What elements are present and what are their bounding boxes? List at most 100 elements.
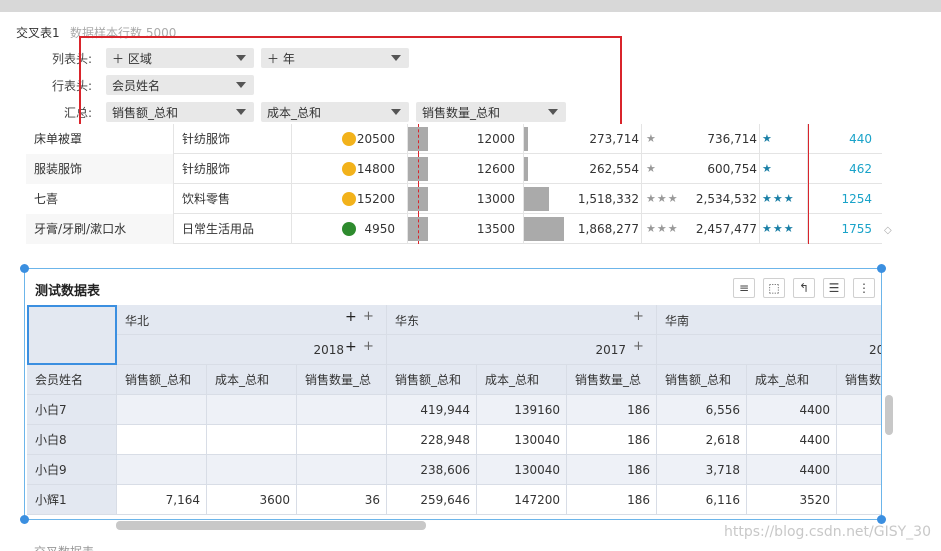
data-cell[interactable] xyxy=(297,395,387,425)
data-cell[interactable] xyxy=(207,455,297,485)
resize-handle[interactable] xyxy=(20,515,29,524)
measure-header[interactable]: 销售数量_总 xyxy=(297,365,387,395)
data-cell[interactable]: 186 xyxy=(567,455,657,485)
region-header[interactable]: 华南 xyxy=(657,305,881,335)
data-cell[interactable]: 4400 xyxy=(747,425,837,455)
undo-icon[interactable]: ↰ xyxy=(793,278,815,298)
data-cell[interactable] xyxy=(207,395,297,425)
data-cell[interactable]: 7,164 xyxy=(117,485,207,515)
value-text: 736,714 xyxy=(707,132,757,146)
corner-cell[interactable] xyxy=(27,305,117,365)
data-cell[interactable]: 186 xyxy=(567,485,657,515)
expand-icon[interactable]: + xyxy=(345,309,357,325)
data-cell[interactable]: 186 xyxy=(567,425,657,455)
table-row[interactable]: 七喜 饮料零售 15200 13000 1,518,332 ★★★ 2,534,532 ★★★… xyxy=(26,184,882,214)
data-cell[interactable]: 259,646 xyxy=(387,485,477,515)
data-cell[interactable] xyxy=(117,425,207,455)
data-cell[interactable]: 139160 xyxy=(477,395,567,425)
data-cell[interactable]: 3,718 xyxy=(657,455,747,485)
member-cell[interactable]: 小白9 xyxy=(27,455,117,485)
measure-header[interactable]: 销售数量_总 xyxy=(567,365,657,395)
data-cell[interactable] xyxy=(117,395,207,425)
data-cell[interactable]: 147200 xyxy=(477,485,567,515)
data-cell[interactable]: 130040 xyxy=(477,455,567,485)
database-icon[interactable]: ≡ xyxy=(733,278,755,298)
add-icon[interactable]: + xyxy=(633,309,644,324)
measure-header[interactable]: 销售数 xyxy=(837,365,881,395)
data-cell[interactable]: 3520 xyxy=(747,485,837,515)
vertical-scrollbar[interactable] xyxy=(885,395,893,435)
year-header[interactable]: 20 xyxy=(657,335,881,365)
data-cell[interactable] xyxy=(207,425,297,455)
scroll-arrow-icon[interactable]: ◇ xyxy=(884,225,892,236)
value-text: 2,457,477 xyxy=(695,222,757,236)
table-row[interactable]: 牙膏/牙刷/漱口水 日常生活用品 4950 13500 1,868,277 ★★★ 2,45… xyxy=(26,214,882,244)
status-dot-icon xyxy=(342,132,356,146)
rating-cell: ★ 736,714 xyxy=(642,124,760,154)
data-cell[interactable]: 186 xyxy=(567,395,657,425)
value-text: 12000 xyxy=(476,132,515,146)
bar-cell: 13000 xyxy=(408,184,524,214)
horizontal-scrollbar[interactable] xyxy=(116,521,426,530)
value-cell: 20500 xyxy=(292,124,408,154)
select-icon[interactable]: ⬚ xyxy=(763,278,785,298)
region-header[interactable]: 华东 + xyxy=(387,305,657,335)
resize-handle[interactable] xyxy=(877,264,886,273)
data-cell[interactable] xyxy=(837,455,881,485)
data-cell[interactable] xyxy=(117,455,207,485)
rating-cell: ★★★ xyxy=(760,214,808,244)
data-cell[interactable]: 419,944 xyxy=(387,395,477,425)
test-data-table-widget[interactable]: 测试数据表 ≡ ⬚ ↰ ☰ ⋮ 会员姓名 华北 + +2018 + + 华东 +2017 + 华南… xyxy=(24,268,882,520)
measure-header[interactable]: 销售额_总和 xyxy=(117,365,207,395)
add-icon[interactable]: + xyxy=(363,309,374,324)
data-cell[interactable] xyxy=(837,485,881,515)
data-cell[interactable]: 36 xyxy=(297,485,387,515)
member-cell[interactable]: 小白8 xyxy=(27,425,117,455)
measure-header[interactable]: 成本_总和 xyxy=(747,365,837,395)
year-header[interactable]: 2018 + + xyxy=(117,335,387,365)
data-cell[interactable]: 4400 xyxy=(747,455,837,485)
product-name-cell: 服装服饰 xyxy=(26,154,174,184)
resize-handle[interactable] xyxy=(20,264,29,273)
widget-title: 测试数据表 xyxy=(35,284,101,299)
measure-header[interactable]: 销售额_总和 xyxy=(387,365,477,395)
data-cell[interactable] xyxy=(837,425,881,455)
data-cell[interactable] xyxy=(297,425,387,455)
value-text: 13500 xyxy=(476,222,515,236)
data-cell[interactable]: 228,948 xyxy=(387,425,477,455)
bar-cell: 262,554 xyxy=(524,154,642,184)
add-icon[interactable]: + xyxy=(633,339,644,354)
member-cell[interactable]: 小辉1 xyxy=(27,485,117,515)
data-cell[interactable]: 4400 xyxy=(747,395,837,425)
member-header[interactable]: 会员姓名 xyxy=(27,365,117,395)
expand-icon[interactable]: + xyxy=(345,339,357,355)
value-text: 600,754 xyxy=(707,162,757,176)
table-row[interactable]: 服装服饰 针纺服饰 14800 12600 262,554 ★ 600,754 ★ 462 xyxy=(26,154,882,184)
table-row[interactable]: 床单被罩 针纺服饰 20500 12000 273,714 ★ 736,714 ★ 440 xyxy=(26,124,882,154)
list-icon[interactable]: ☰ xyxy=(823,278,845,298)
data-cell[interactable]: 6,556 xyxy=(657,395,747,425)
data-cell[interactable]: 6,116 xyxy=(657,485,747,515)
category-cell: 日常生活用品 xyxy=(174,214,292,244)
data-cell[interactable] xyxy=(837,395,881,425)
year-label: 20 xyxy=(869,343,881,357)
more-icon[interactable]: ⋮ xyxy=(853,278,875,298)
year-label: 2018 xyxy=(313,343,344,357)
bar-fill xyxy=(524,187,549,211)
data-cell[interactable]: 2,618 xyxy=(657,425,747,455)
data-cell[interactable]: 130040 xyxy=(477,425,567,455)
measure-header[interactable]: 成本_总和 xyxy=(477,365,567,395)
crosstab-title[interactable]: 交叉表1 xyxy=(16,24,60,41)
star-icon: ★ xyxy=(646,132,657,145)
data-cell[interactable]: 3600 xyxy=(207,485,297,515)
resize-handle[interactable] xyxy=(877,515,886,524)
member-cell[interactable]: 小白7 xyxy=(27,395,117,425)
measure-header[interactable]: 销售额_总和 xyxy=(657,365,747,395)
region-header[interactable]: 华北 + + xyxy=(117,305,387,335)
add-icon[interactable]: + xyxy=(363,339,374,354)
measure-header[interactable]: 成本_总和 xyxy=(207,365,297,395)
data-cell[interactable]: 238,606 xyxy=(387,455,477,485)
data-cell[interactable] xyxy=(297,455,387,485)
region-label: 华北 xyxy=(125,314,150,328)
year-header[interactable]: 2017 + xyxy=(387,335,657,365)
